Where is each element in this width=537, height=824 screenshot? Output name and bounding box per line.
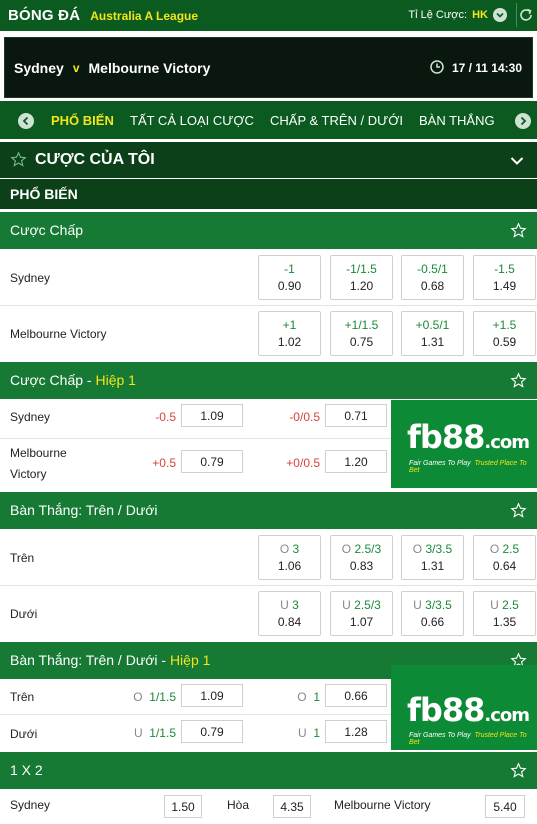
row-divider bbox=[0, 585, 537, 586]
ad-logo: fb88.com bbox=[407, 691, 530, 729]
favorite-star-icon[interactable] bbox=[510, 372, 527, 392]
favorite-star-icon[interactable] bbox=[510, 762, 527, 782]
odds-button[interactable]: U 2.5/3 1.07 bbox=[330, 591, 393, 636]
away-team: Melbourne Victory bbox=[88, 59, 211, 76]
odds-button[interactable]: U 3/3.5 0.66 bbox=[401, 591, 464, 636]
row-divider bbox=[0, 438, 391, 439]
odds-button[interactable]: +0.5/1 1.31 bbox=[401, 311, 464, 356]
one-x-two-draw: Hòa bbox=[227, 798, 250, 812]
odds-format-dropdown-icon[interactable] bbox=[493, 8, 507, 22]
tab-popular[interactable]: PHỔ BIẾN bbox=[51, 113, 114, 128]
odds-button[interactable]: 0.79 bbox=[181, 720, 243, 743]
odds-button[interactable]: O 2.5/3 0.83 bbox=[330, 535, 393, 580]
refresh-icon[interactable] bbox=[518, 7, 534, 26]
handicap-line: +0.5 bbox=[152, 456, 176, 470]
home-team: Sydney bbox=[14, 59, 64, 76]
one-x-two-away: Melbourne Victory bbox=[334, 798, 431, 812]
handicap-title: Cược Chấp bbox=[10, 222, 84, 238]
total-line: O 1 bbox=[297, 690, 320, 704]
odds-format-value[interactable]: HK bbox=[472, 9, 488, 21]
row-divider bbox=[0, 714, 391, 715]
handicap-away-team: Melbourne Victory bbox=[10, 327, 107, 341]
clock-icon bbox=[430, 60, 444, 77]
handicap-h1-away-team-line1: Melbourne bbox=[10, 446, 67, 460]
one-x-two-section-header[interactable]: 1 X 2 bbox=[0, 752, 537, 789]
divider bbox=[516, 3, 517, 27]
odds-button[interactable]: +1 1.02 bbox=[258, 311, 321, 356]
favorite-star-icon[interactable] bbox=[510, 222, 527, 242]
favorite-star-icon[interactable] bbox=[510, 502, 527, 522]
handicap-line: +0/0.5 bbox=[286, 456, 320, 470]
odds-button[interactable]: 1.09 bbox=[181, 684, 243, 707]
handicap-h1-home-team: Sydney bbox=[10, 410, 51, 424]
odds-button[interactable]: O 3 1.06 bbox=[258, 535, 321, 580]
star-icon bbox=[10, 151, 27, 171]
tab-goals[interactable]: BÀN THẮNG bbox=[419, 113, 495, 128]
total-line: U 1 bbox=[297, 726, 320, 740]
odds-button[interactable]: 0.79 bbox=[181, 450, 243, 473]
one-x-two-home: Sydney bbox=[10, 798, 51, 812]
odds-button[interactable]: 4.35 bbox=[273, 795, 311, 818]
odds-button[interactable]: -1 0.90 bbox=[258, 255, 321, 300]
half-label: Hiệp 1 bbox=[95, 372, 136, 388]
odds-format-label: Tỉ Lệ Cược: bbox=[408, 9, 467, 21]
odds-button[interactable]: +1/1.5 0.75 bbox=[330, 311, 393, 356]
odds-button[interactable]: 0.66 bbox=[325, 684, 387, 707]
odds-button[interactable]: U 2.5 1.35 bbox=[473, 591, 536, 636]
half-label: Hiệp 1 bbox=[169, 652, 211, 668]
total-line: U 1/1.5 bbox=[133, 726, 176, 740]
chevron-down-icon[interactable] bbox=[510, 154, 524, 169]
sport-title: BÓNG ĐÁ bbox=[8, 7, 81, 24]
market-tabs: PHỔ BIẾN TẤT CẢ LOẠI CƯỢC CHẤP & TRÊN / … bbox=[0, 101, 537, 139]
tab-all-bets[interactable]: TẤT CẢ LOẠI CƯỢC bbox=[130, 113, 254, 128]
one-x-two-title: 1 X 2 bbox=[10, 762, 43, 778]
odds-button[interactable]: O 2.5 0.64 bbox=[473, 535, 536, 580]
ad-logo: fb88.com bbox=[407, 418, 530, 456]
odds-button[interactable]: -1.5 1.49 bbox=[473, 255, 536, 300]
handicap-h1-section-header[interactable]: Cược Chấp - Hiệp 1 bbox=[0, 362, 537, 399]
handicap-home-team: Sydney bbox=[10, 271, 51, 285]
under-label: Dưới bbox=[10, 607, 38, 621]
tabs-scroll-right-icon[interactable] bbox=[515, 113, 531, 129]
handicap-h1-title: Cược Chấp bbox=[10, 372, 84, 388]
popular-heading: PHỔ BIẾN bbox=[0, 179, 537, 209]
row-divider bbox=[0, 305, 537, 306]
odds-button[interactable]: 1.28 bbox=[325, 720, 387, 743]
handicap-line: -0/0.5 bbox=[289, 410, 320, 424]
over-under-section-header[interactable]: Bàn Thắng: Trên / Dưới bbox=[0, 492, 537, 529]
handicap-h1-away-team-line2: Victory bbox=[10, 467, 47, 481]
odds-button[interactable]: O 3/3.5 1.31 bbox=[401, 535, 464, 580]
tabs-scroll-left-icon[interactable] bbox=[18, 113, 34, 129]
top-bar: BÓNG ĐÁ Australia A League Tỉ Lệ Cược: H… bbox=[0, 0, 537, 31]
odds-button[interactable]: 1.50 bbox=[164, 795, 202, 818]
odds-button[interactable]: -1/1.5 1.20 bbox=[330, 255, 393, 300]
odds-button[interactable]: -0.5/1 0.68 bbox=[401, 255, 464, 300]
fb88-ad-banner[interactable]: fb88.com Fair Games To Play Trusted Plac… bbox=[391, 665, 537, 750]
match-datetime: 17 / 11 14:30 bbox=[451, 61, 522, 75]
odds-button[interactable]: 1.20 bbox=[325, 450, 387, 473]
odds-button[interactable]: U 3 0.84 bbox=[258, 591, 321, 636]
handicap-section-header[interactable]: Cược Chấp bbox=[0, 212, 537, 249]
match-banner: Sydney v Melbourne Victory 17 / 11 14:30 bbox=[4, 37, 533, 98]
my-bets-bar[interactable]: CƯỢC CỦA TÔI bbox=[0, 142, 537, 178]
ad-tagline: Fair Games To Play Trusted Place To Bet bbox=[409, 732, 527, 746]
over-under-title: Bàn Thắng: Trên / Dưới bbox=[10, 502, 158, 518]
tab-handicap-over-under[interactable]: CHẤP & TRÊN / DƯỚI bbox=[270, 113, 403, 128]
odds-button[interactable]: 5.40 bbox=[485, 795, 525, 818]
handicap-line: -0.5 bbox=[155, 410, 176, 424]
league-link[interactable]: Australia A League bbox=[90, 9, 198, 23]
odds-button[interactable]: 1.09 bbox=[181, 404, 243, 427]
total-line: O 1/1.5 bbox=[133, 690, 176, 704]
under-h1-label: Dưới bbox=[10, 727, 38, 741]
ad-tagline: Fair Games To Play Trusted Place To Bet bbox=[409, 460, 527, 474]
fb88-ad-banner[interactable]: fb88.com Fair Games To Play Trusted Plac… bbox=[391, 400, 537, 488]
versus-label: v bbox=[72, 60, 80, 75]
odds-button[interactable]: +1.5 0.59 bbox=[473, 311, 536, 356]
over-h1-label: Trên bbox=[10, 690, 35, 704]
my-bets-title: CƯỢC CỦA TÔI bbox=[35, 151, 155, 168]
odds-button[interactable]: 0.71 bbox=[325, 404, 387, 427]
over-under-h1-title: Bàn Thắng: Trên / Dưới bbox=[10, 652, 158, 668]
over-label: Trên bbox=[10, 551, 35, 565]
